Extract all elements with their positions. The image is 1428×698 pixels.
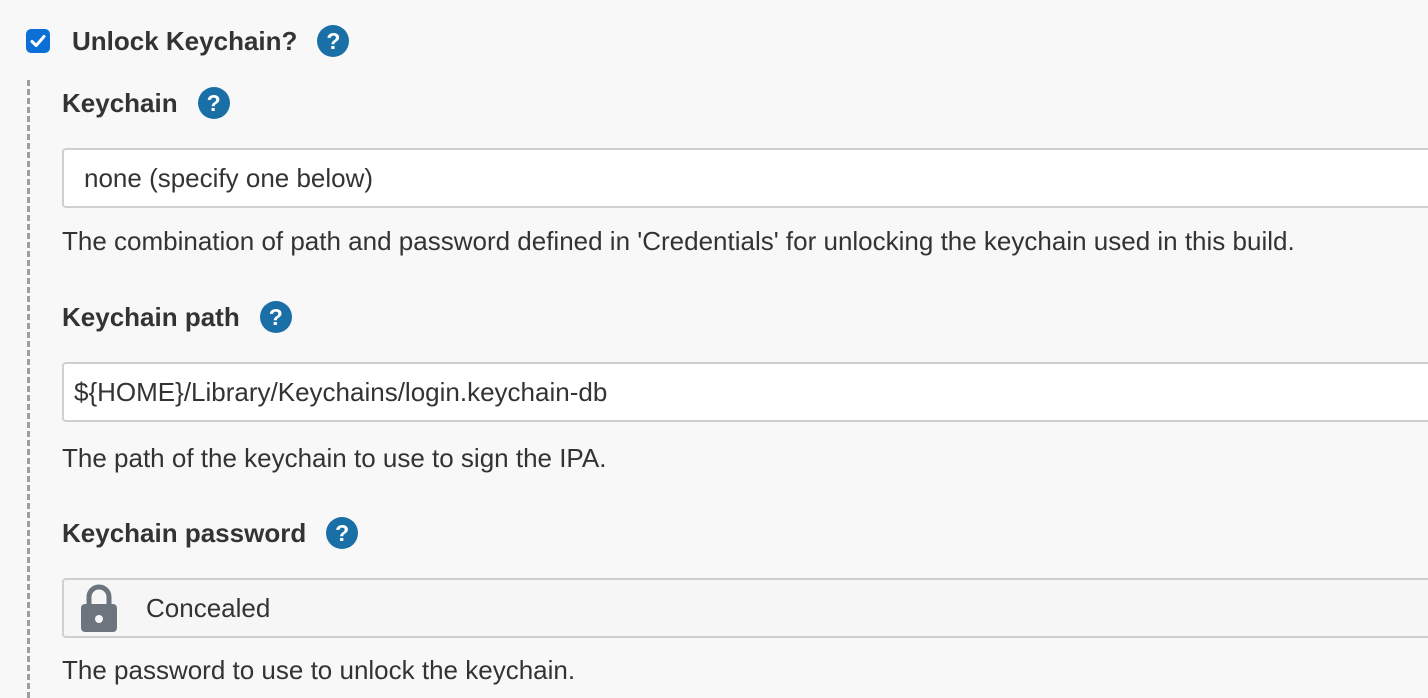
keychain-password-description: The password to use to unlock the keycha… <box>62 655 576 685</box>
unlock-keychain-help-icon[interactable]: ? <box>317 25 350 57</box>
keychain-help-icon[interactable]: ? <box>197 87 230 119</box>
keychain-label: Keychain <box>62 87 178 118</box>
keychain-password-field[interactable]: Concealed <box>62 578 1428 638</box>
keychain-password-concealed: Concealed <box>146 592 271 623</box>
keychain-path-help-icon[interactable]: ? <box>259 301 292 333</box>
keychain-select[interactable]: none (specify one below) <box>62 148 1428 208</box>
keychain-settings-panel: Unlock Keychain? ? Keychain ? none (spec… <box>0 0 1428 698</box>
keychain-path-value: ${HOME}/Library/Keychains/login.keychain… <box>74 376 608 407</box>
keychain-path-input[interactable]: ${HOME}/Library/Keychains/login.keychain… <box>62 362 1428 422</box>
keychain-password-label: Keychain password <box>62 517 307 548</box>
checkmark-icon <box>30 35 46 47</box>
keychain-path-label: Keychain path <box>62 301 240 332</box>
keychain-password-help-icon[interactable]: ? <box>326 517 359 549</box>
keychain-password-label-row: Keychain password ? <box>62 516 359 550</box>
keychain-label-row: Keychain ? <box>62 86 230 120</box>
keychain-selected-value: none (specify one below) <box>84 162 374 193</box>
unlock-keychain-checkbox[interactable] <box>26 29 50 53</box>
unlock-keychain-row: Unlock Keychain? ? <box>26 24 350 58</box>
keychain-path-label-row: Keychain path ? <box>62 300 292 334</box>
keychain-description: The combination of path and password def… <box>62 226 1295 256</box>
unlock-keychain-label: Unlock Keychain? <box>72 25 298 56</box>
lock-icon <box>81 584 117 632</box>
keychain-path-description: The path of the keychain to use to sign … <box>62 443 607 473</box>
nested-section-border <box>27 80 30 698</box>
